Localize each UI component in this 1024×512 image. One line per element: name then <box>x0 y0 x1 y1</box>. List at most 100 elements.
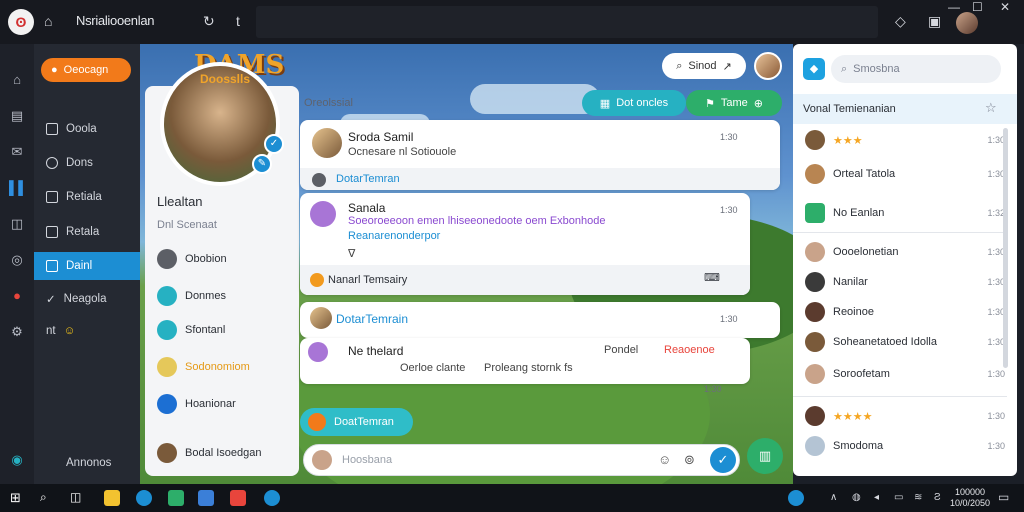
contact-time: 1:30 <box>987 369 1005 379</box>
network-icon[interactable]: ◍ <box>852 492 861 503</box>
profile-item[interactable]: Donmes <box>157 285 226 307</box>
wifi-icon[interactable]: ≋ <box>914 492 922 503</box>
strip-label: DotarTemran <box>336 173 400 185</box>
battery-icon[interactable]: ▭ <box>894 492 903 503</box>
title-bar: ʘ ⌂ Nsrialiooenlan ↻ t ◇ ▣ — ☐ ✕ <box>0 0 1024 44</box>
file-explorer-icon[interactable] <box>104 490 120 506</box>
contact-item[interactable]: Orteal Tatola 1:30 <box>805 162 1005 186</box>
sidebar-item-nt[interactable]: nt ☺ <box>34 317 140 345</box>
app-logo-icon[interactable]: ʘ <box>8 9 34 35</box>
contact-item[interactable]: Smodoma 1:30 <box>805 434 1005 458</box>
app-icon[interactable] <box>168 490 184 506</box>
mail-icon[interactable] <box>230 490 246 506</box>
profile-item-label: Donmes <box>185 290 226 302</box>
sidebar-item-ooola[interactable]: Ooola <box>34 115 140 143</box>
chat-rail-icon[interactable]: ✉ <box>9 144 25 160</box>
search-icon[interactable]: ⌕ <box>40 490 56 506</box>
contact-item[interactable]: Reoinoe 1:30 <box>805 300 1005 324</box>
chat-app-icon[interactable] <box>264 490 280 506</box>
tray-app-icon[interactable] <box>788 490 804 506</box>
contact-item[interactable]: Soheanetatoed Idolla 1:30 <box>805 330 1005 354</box>
message-card[interactable]: Sanala Soeoroeeoon emen lhiseeonedoote o… <box>300 193 750 295</box>
send-button[interactable]: ✓ <box>710 447 736 473</box>
contact-item[interactable]: Oooelonetian 1:30 <box>805 240 1005 264</box>
sidebar-item-dainl[interactable]: Dainl <box>34 252 140 280</box>
location-icon[interactable]: ◇ <box>895 13 906 30</box>
title-search-area[interactable] <box>256 6 878 38</box>
maximize-icon[interactable]: ☐ <box>972 0 983 14</box>
sidebar: ● Oeocagn Ooola Dons Retiala Retala Dain… <box>34 44 140 484</box>
clock[interactable]: 100000 10/0/2050 <box>950 487 990 509</box>
message-composer[interactable]: Hoosbana ☺ ⊚ <box>303 444 740 476</box>
right-search-input[interactable]: ⌕ Smosbna <box>831 55 1001 83</box>
home-icon[interactable]: ⌂ <box>44 13 52 29</box>
list-icon <box>46 123 58 135</box>
profile-item[interactable]: Sodonomiom <box>157 356 250 378</box>
globe-icon[interactable]: ◎ <box>9 252 25 268</box>
message-card[interactable]: DotarTemrain 1:30 <box>300 302 780 338</box>
sidebar-item-dons[interactable]: Dons <box>34 149 140 177</box>
minimize-icon[interactable]: — <box>948 0 960 14</box>
keyboard-icon[interactable]: ⌨ <box>704 271 720 284</box>
refresh-icon[interactable]: ↻ <box>203 13 215 30</box>
home-rail-icon[interactable]: ⌂ <box>9 72 25 88</box>
sidebar-item-retiala[interactable]: Retiala <box>34 183 140 211</box>
briefcase-icon[interactable]: ▤ <box>9 108 25 124</box>
database-icon[interactable]: ◫ <box>9 216 25 232</box>
contact-item[interactable]: No Eanlan 1:32 <box>805 201 1005 225</box>
emoji-icon[interactable]: ☺ <box>658 452 671 467</box>
star-icon[interactable]: ☆ <box>985 100 997 116</box>
contact-time: 1:30 <box>987 411 1005 421</box>
tab-tame[interactable]: ⚑ Tame ⊕ <box>686 90 782 116</box>
edit-icon[interactable]: ✎ <box>252 154 272 174</box>
browser-icon[interactable] <box>136 490 152 506</box>
contact-name: Soroofetam <box>833 368 890 380</box>
composer-avatar <box>312 450 332 470</box>
bot-icon[interactable]: ▣ <box>928 13 941 30</box>
language-icon[interactable]: Ƨ <box>934 492 941 503</box>
contact-name: Orteal Tatola <box>833 168 896 180</box>
notification-center-icon[interactable]: ▭ <box>998 490 1009 504</box>
contact-avatar <box>805 130 825 150</box>
sidebar-item-label: Dons <box>66 157 93 169</box>
attach-icon[interactable]: ⊚ <box>684 452 695 468</box>
profile-item[interactable]: Bodal Isoedgan <box>157 442 261 464</box>
sidebar-bottom-item[interactable]: Annonos <box>34 449 140 477</box>
start-icon[interactable]: ⊞ <box>10 490 26 506</box>
contact-item[interactable]: Nanilar 1:30 <box>805 270 1005 294</box>
message-card[interactable]: Sroda Samil Ocnesare nl Sotiouole 1:30 D… <box>300 120 780 190</box>
chart-icon[interactable]: ▌▌ <box>9 180 27 196</box>
chat-search-pill[interactable]: ⌕ Sinod ↗ <box>662 53 746 79</box>
close-icon[interactable]: ✕ <box>1000 0 1010 14</box>
tab-icon[interactable]: t <box>236 13 240 29</box>
heading-label: Vonal Temienanian <box>803 103 896 115</box>
contact-time: 1:30 <box>987 441 1005 451</box>
notification-icon[interactable]: ● <box>9 288 25 304</box>
profile-item[interactable]: Hoanionar <box>157 393 236 415</box>
brand-icon[interactable]: ◆ <box>803 58 825 80</box>
tab-dot-oncles[interactable]: ▦ Dot oncles <box>582 90 686 116</box>
volume-icon[interactable]: ◂ <box>874 492 879 503</box>
contact-item[interactable]: ★★★★ 1:30 <box>805 404 1005 428</box>
new-button[interactable]: ● Oeocagn <box>41 58 131 82</box>
sidebar-item-retala[interactable]: Retala <box>34 218 140 246</box>
contact-chip[interactable]: DoatTemran <box>300 408 413 436</box>
profile-item[interactable]: Obobion <box>157 248 227 270</box>
task-view-icon[interactable]: ◫ <box>70 490 86 506</box>
compose-fab[interactable]: ▥ <box>747 438 783 474</box>
chat-top-avatar[interactable] <box>754 52 782 80</box>
store-icon[interactable] <box>198 490 214 506</box>
reply-icon[interactable]: ∇ <box>348 247 355 260</box>
tab-label: Tame <box>720 97 748 109</box>
message-card[interactable]: Ne thelard Oerloe clante Proleang stornk… <box>300 338 750 394</box>
profile-item[interactable]: Sfontanl <box>157 319 225 341</box>
send-arrow-icon: ↗ <box>722 60 732 73</box>
contact-item[interactable]: Soroofetam 1:30 <box>805 362 1005 386</box>
chevron-up-icon[interactable]: ∧ <box>830 492 837 503</box>
right-scrollbar[interactable] <box>1003 128 1008 368</box>
contact-item[interactable]: ★★★ 1:30 <box>805 128 1005 152</box>
settings-icon[interactable]: ⚙ <box>9 324 25 340</box>
sidebar-item-neagola[interactable]: ✓ Neagola <box>34 285 140 313</box>
help-icon[interactable]: ◉ <box>9 452 25 468</box>
user-avatar[interactable] <box>956 12 978 34</box>
